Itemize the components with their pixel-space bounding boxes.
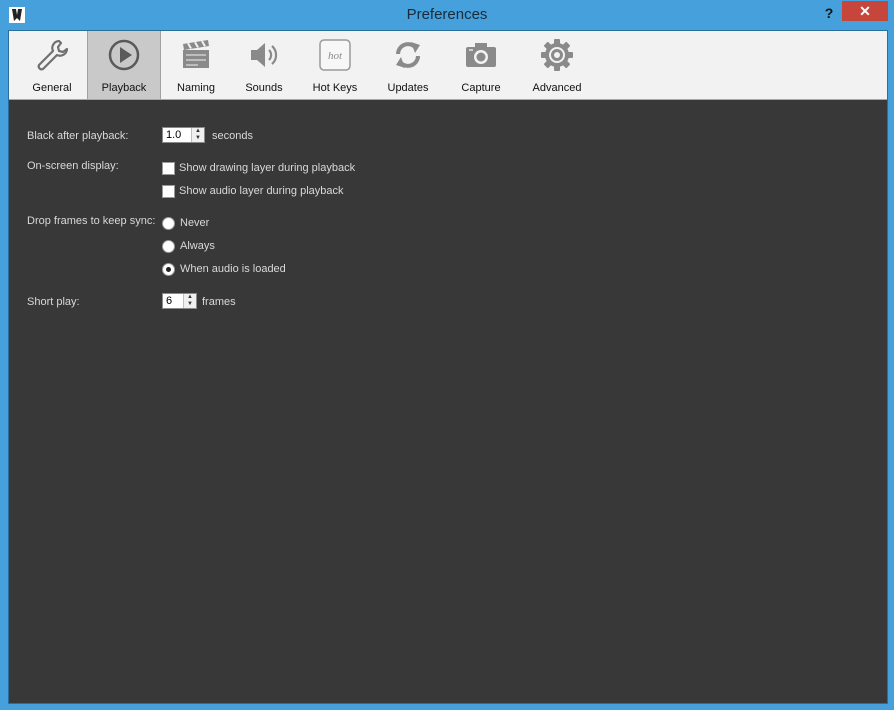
spin-up-icon[interactable]: ▲	[184, 294, 196, 301]
tab-label: General	[32, 82, 72, 94]
tab-naming[interactable]: Naming	[161, 31, 231, 99]
seconds-unit-label: seconds	[212, 130, 253, 142]
tab-label: Capture	[461, 82, 501, 94]
help-button[interactable]: ?	[818, 3, 840, 23]
speaker-icon	[251, 43, 278, 67]
camera-icon	[466, 43, 496, 67]
tab-label: Advanced	[532, 82, 582, 94]
hot-keys-icon: hot	[319, 39, 351, 71]
tab-hot-keys[interactable]: hot Hot Keys	[299, 31, 371, 99]
drop-when-audio-label[interactable]: When audio is loaded	[180, 263, 286, 275]
drop-always-label[interactable]: Always	[180, 240, 215, 252]
tab-capture[interactable]: Capture	[445, 31, 517, 99]
spin-down-icon[interactable]: ▼	[192, 135, 204, 142]
show-audio-layer-label[interactable]: Show audio layer during playback	[179, 185, 344, 197]
drop-frames-label: Drop frames to keep sync:	[27, 215, 156, 227]
window-title: Preferences	[406, 6, 488, 23]
clapperboard-icon	[183, 40, 209, 68]
preferences-window: Preferences ? ✕ General Playback Naming …	[0, 0, 894, 710]
show-drawing-layer-checkbox[interactable]	[162, 162, 175, 175]
tab-label: Naming	[177, 82, 215, 94]
black-after-playback-spinbox[interactable]: 1.0 ▲ ▼	[162, 127, 205, 143]
spinbox-value[interactable]: 6	[166, 295, 172, 307]
preferences-toolbar: General Playback Naming Sounds hot Hot K…	[9, 31, 887, 100]
close-button[interactable]: ✕	[842, 1, 888, 21]
drop-never-radio[interactable]	[162, 217, 175, 230]
tab-sounds[interactable]: Sounds	[231, 31, 297, 99]
spin-down-icon[interactable]: ▼	[184, 301, 196, 308]
frames-unit-label: frames	[202, 296, 236, 308]
spin-up-icon[interactable]: ▲	[192, 128, 204, 135]
hot-keys-icon-text: hot	[328, 50, 343, 62]
playback-settings-panel: Black after playback: 1.0 ▲ ▼ seconds On…	[9, 100, 887, 703]
tab-advanced[interactable]: Advanced	[519, 31, 595, 99]
show-drawing-layer-label[interactable]: Show drawing layer during playback	[179, 162, 355, 174]
drop-never-label[interactable]: Never	[180, 217, 209, 229]
show-audio-layer-checkbox[interactable]	[162, 185, 175, 198]
tab-label: Hot Keys	[312, 82, 358, 94]
wrench-icon	[37, 39, 69, 71]
dialog-body: General Playback Naming Sounds hot Hot K…	[8, 30, 888, 704]
short-play-spinbox[interactable]: 6 ▲ ▼	[162, 293, 197, 309]
tab-label: Updates	[387, 82, 429, 94]
tab-general[interactable]: General	[17, 31, 87, 99]
refresh-icon	[396, 42, 420, 68]
black-after-playback-label: Black after playback:	[27, 130, 129, 142]
tab-playback[interactable]: Playback	[87, 31, 161, 99]
tab-label: Sounds	[245, 82, 283, 94]
spinbox-value[interactable]: 1.0	[166, 129, 181, 141]
on-screen-display-label: On-screen display:	[27, 160, 119, 172]
drop-always-radio[interactable]	[162, 240, 175, 253]
gear-icon	[541, 39, 573, 71]
spinbox-arrows[interactable]: ▲ ▼	[191, 128, 204, 142]
drop-when-audio-radio[interactable]	[162, 263, 175, 276]
spinbox-arrows[interactable]: ▲ ▼	[183, 294, 196, 308]
tab-label: Playback	[101, 82, 147, 94]
short-play-label: Short play:	[27, 296, 80, 308]
tab-updates[interactable]: Updates	[373, 31, 443, 99]
title-bar[interactable]: Preferences ? ✕	[0, 0, 894, 30]
play-icon	[108, 39, 140, 71]
